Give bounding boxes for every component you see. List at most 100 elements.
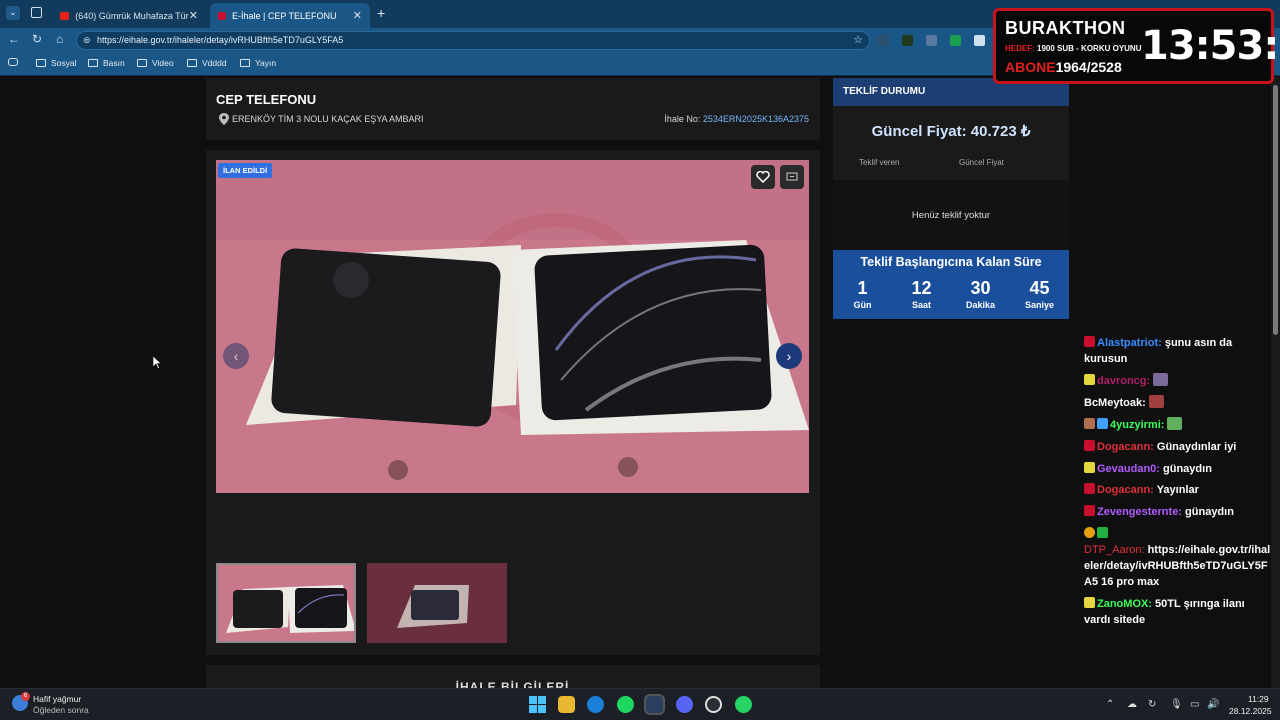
listing-header-card bbox=[206, 78, 820, 140]
extension-icon[interactable] bbox=[974, 35, 985, 46]
subscriber-count: ABONE1964/2528 bbox=[1005, 59, 1122, 75]
close-icon[interactable]: ✕ bbox=[353, 9, 362, 22]
network-icon[interactable]: ▭ bbox=[1190, 699, 1199, 710]
countdown-hours: 12 Saat bbox=[892, 278, 951, 310]
stream-goal: HEDEF: 1900 SUB - KORKU OYUNU bbox=[1005, 44, 1141, 53]
scrollbar-thumb[interactable] bbox=[1273, 85, 1278, 335]
chat-user: 4yuzyirmi: bbox=[1110, 419, 1165, 431]
windows-start-icon[interactable] bbox=[529, 696, 546, 713]
weather-title: Hafif yağmur bbox=[33, 694, 82, 704]
chevron-up-icon[interactable]: ⌃ bbox=[1106, 699, 1114, 710]
countdown-value: 1 bbox=[857, 278, 868, 298]
star-icon[interactable]: ☆ bbox=[853, 32, 863, 49]
close-icon[interactable]: ✕ bbox=[189, 9, 198, 22]
chat-message: Zevengesternte: günaydın bbox=[1084, 504, 1274, 520]
bookmark-video[interactable]: Video bbox=[137, 58, 174, 68]
discord-icon[interactable] bbox=[676, 696, 693, 713]
bookmark-sosyal[interactable]: Sosyal bbox=[36, 58, 77, 68]
eihale-icon bbox=[218, 11, 226, 20]
no-offer-text: Henüz teklif yoktur bbox=[911, 210, 991, 221]
chat-user: Zevengesternte: bbox=[1097, 506, 1182, 518]
tab-youtube[interactable]: (640) Gümrük Muhafaza Türkiye 3:... ✕ bbox=[52, 3, 206, 28]
url-input[interactable]: ⊜ https://eihale.gov.tr/ihaleler/detay/i… bbox=[76, 31, 870, 50]
site-info-icon[interactable]: ⊜ bbox=[83, 32, 91, 49]
tab-search-icon[interactable]: ⌄ bbox=[6, 6, 20, 20]
bookmark-label: Vdddd bbox=[202, 58, 227, 68]
tab-groups-icon[interactable] bbox=[31, 7, 42, 18]
goal-label: HEDEF: bbox=[1005, 44, 1035, 53]
chat-message: ZanoMOX: 50TL şırınga ilanı vardı sitede bbox=[1084, 596, 1274, 628]
badge-icon bbox=[1084, 440, 1095, 451]
countdown-value: 12 bbox=[911, 278, 932, 298]
clock-time[interactable]: 11:29 bbox=[1248, 694, 1269, 704]
column-price: Güncel Fiyat bbox=[959, 158, 1004, 167]
thumbnail-1[interactable] bbox=[216, 563, 356, 643]
bookmark-basin[interactable]: Basın bbox=[88, 58, 125, 68]
countdown-title: Teklif Başlangıcına Kalan Süre bbox=[860, 255, 1042, 269]
steam-icon[interactable] bbox=[644, 694, 665, 715]
obs-icon[interactable] bbox=[705, 696, 722, 713]
bookmark-label: Yayın bbox=[255, 58, 277, 68]
chat-message: Dogacann: Günaydınlar iyi bbox=[1084, 439, 1274, 455]
chat-user: Dogacann: bbox=[1097, 441, 1154, 453]
page-title: CEP TELEFONU bbox=[216, 92, 317, 107]
back-icon[interactable]: ← bbox=[8, 32, 20, 46]
cloud-icon[interactable]: ☁ bbox=[1127, 699, 1137, 710]
microphone-icon[interactable]: 🎙 bbox=[1170, 699, 1183, 710]
chat-user: DTP_Aaron: bbox=[1084, 544, 1145, 556]
extension-icon[interactable] bbox=[902, 35, 913, 46]
thumbnail-image bbox=[367, 563, 507, 643]
product-photo[interactable] bbox=[216, 160, 809, 493]
extension-icon[interactable] bbox=[950, 35, 961, 46]
spotify-icon[interactable] bbox=[617, 696, 634, 713]
weather-subtitle: Öğleden sonra bbox=[33, 705, 89, 715]
edge-icon[interactable] bbox=[587, 696, 604, 713]
new-tab-icon[interactable]: + bbox=[377, 5, 385, 21]
share-button[interactable] bbox=[780, 165, 804, 189]
folder-icon bbox=[137, 59, 147, 67]
scrollbar[interactable] bbox=[1271, 77, 1280, 688]
favorite-button[interactable] bbox=[751, 165, 775, 189]
clock-date[interactable]: 28.12.2025 bbox=[1229, 706, 1272, 716]
chat-message: davroncg: bbox=[1084, 373, 1274, 389]
bookmark-yayin[interactable]: Yayın bbox=[240, 58, 276, 68]
bookmark-label: Video bbox=[152, 58, 174, 68]
ihale-no-label: İhale No: bbox=[664, 114, 701, 124]
badge-icon bbox=[1084, 483, 1095, 494]
countdown-unit: Dakika bbox=[965, 300, 996, 310]
subs-value: 1964/2528 bbox=[1055, 59, 1122, 75]
badge-icon bbox=[1084, 336, 1095, 347]
whatsapp-icon[interactable] bbox=[735, 696, 752, 713]
product-image bbox=[216, 160, 809, 493]
countdown-panel: Teklif Başlangıcına Kalan Süre 1 Gün 12 Sa… bbox=[833, 250, 1069, 319]
countdown-value: 45 bbox=[1029, 278, 1050, 298]
chat-user: BcMeytoak: bbox=[1084, 397, 1146, 409]
badge-icon bbox=[1084, 462, 1095, 473]
reload-icon[interactable]: ↻ bbox=[32, 32, 42, 46]
countdown-days: 1 Gün bbox=[833, 278, 892, 310]
chat-message: DTP_Aaron: https://eihale.gov.tr/ihalele… bbox=[1084, 526, 1274, 590]
sync-icon[interactable]: ↻ bbox=[1148, 699, 1156, 710]
extension-icon[interactable] bbox=[926, 35, 937, 46]
subs-label: ABONE bbox=[1005, 59, 1056, 75]
badge-icon bbox=[1084, 374, 1095, 385]
countdown-minutes: 30 Dakika bbox=[951, 278, 1010, 310]
bookmarks-icon[interactable] bbox=[8, 58, 23, 66]
tab-eihale[interactable]: E-İhale | CEP TELEFONU ✕ bbox=[210, 3, 370, 28]
folder-icon bbox=[240, 59, 250, 67]
extension-icon[interactable] bbox=[878, 35, 889, 46]
chat-message: Gevaudan0: günaydın bbox=[1084, 461, 1274, 477]
thumbnail-2[interactable] bbox=[367, 563, 507, 643]
chat-text: Yayınlar bbox=[1153, 484, 1199, 496]
notification-badge: 6 bbox=[21, 692, 30, 701]
thumbnail-image bbox=[218, 565, 354, 641]
file-explorer-icon[interactable] bbox=[558, 696, 575, 713]
next-image-button[interactable]: › bbox=[776, 343, 802, 369]
volume-icon[interactable]: 🔊 bbox=[1207, 699, 1219, 710]
folder-icon bbox=[88, 59, 98, 67]
home-icon[interactable]: ⌂ bbox=[56, 32, 63, 46]
prev-image-button[interactable]: ‹ bbox=[223, 343, 249, 369]
badge-icon bbox=[1084, 505, 1095, 516]
chevron-left-icon: ‹ bbox=[233, 348, 239, 364]
bookmark-vdddd[interactable]: Vdddd bbox=[187, 58, 227, 68]
